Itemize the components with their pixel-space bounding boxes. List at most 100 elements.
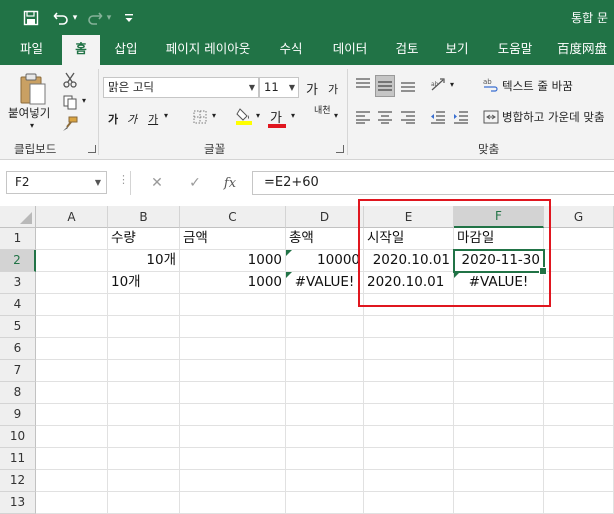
select-all-button[interactable] <box>0 206 36 228</box>
shrink-font-button[interactable]: 가 <box>328 81 338 97</box>
phonetic-button[interactable]: 내천 <box>314 107 331 116</box>
cell-b5[interactable] <box>108 316 180 338</box>
cell-e9[interactable] <box>364 404 454 426</box>
cell-c4[interactable] <box>180 294 286 316</box>
cell-e10[interactable] <box>364 426 454 448</box>
tab-file[interactable]: 파일 <box>4 35 59 65</box>
cell-a5[interactable] <box>36 316 108 338</box>
align-left-icon[interactable] <box>353 107 373 127</box>
cell-d2[interactable]: 10000 <box>286 250 364 272</box>
cell-a9[interactable] <box>36 404 108 426</box>
cell-e3[interactable]: 2020.10.01 <box>364 272 454 294</box>
cell-f1[interactable]: 마감일 <box>454 228 544 250</box>
cell-b13[interactable] <box>108 492 180 514</box>
column-header-f[interactable]: F <box>454 206 544 228</box>
fill-color-icon[interactable] <box>234 106 254 126</box>
cell-f5[interactable] <box>454 316 544 338</box>
grow-font-button[interactable]: 가 <box>306 79 318 98</box>
cell-b8[interactable] <box>108 382 180 404</box>
underline-dropdown[interactable]: ▾ <box>164 111 168 120</box>
orientation-icon[interactable]: ab <box>428 75 450 95</box>
cell-c8[interactable] <box>180 382 286 404</box>
cell-b4[interactable] <box>108 294 180 316</box>
cell-e11[interactable] <box>364 448 454 470</box>
cell-d8[interactable] <box>286 382 364 404</box>
cell-g5[interactable] <box>544 316 614 338</box>
tab-insert[interactable]: 삽입 <box>103 35 149 65</box>
cell-g6[interactable] <box>544 338 614 360</box>
cell-g1[interactable] <box>544 228 614 250</box>
cell-f11[interactable] <box>454 448 544 470</box>
cell-f13[interactable] <box>454 492 544 514</box>
cell-d13[interactable] <box>286 492 364 514</box>
row-header[interactable]: 7 <box>0 360 36 382</box>
cell-e2[interactable]: 2020.10.01 <box>364 250 454 272</box>
tab-formulas[interactable]: 수식 <box>266 35 316 65</box>
row-header[interactable]: 5 <box>0 316 36 338</box>
cell-g11[interactable] <box>544 448 614 470</box>
cell-a10[interactable] <box>36 426 108 448</box>
cell-f9[interactable] <box>454 404 544 426</box>
cell-f6[interactable] <box>454 338 544 360</box>
cell-e4[interactable] <box>364 294 454 316</box>
cell-b11[interactable] <box>108 448 180 470</box>
cell-a4[interactable] <box>36 294 108 316</box>
cell-e5[interactable] <box>364 316 454 338</box>
insert-function-icon[interactable]: fx <box>215 171 245 195</box>
bold-button[interactable]: 가 <box>108 111 118 127</box>
cell-c1[interactable]: 금액 <box>180 228 286 250</box>
cell-d6[interactable] <box>286 338 364 360</box>
paste-dropdown[interactable]: ▾ <box>30 121 34 130</box>
row-header[interactable]: 3 <box>0 272 36 294</box>
cell-c5[interactable] <box>180 316 286 338</box>
phonetic-dropdown[interactable]: ▾ <box>334 111 338 120</box>
cell-g13[interactable] <box>544 492 614 514</box>
name-box[interactable]: F2 ▼ <box>6 171 107 194</box>
align-middle-icon[interactable] <box>375 75 395 97</box>
row-header[interactable]: 11 <box>0 448 36 470</box>
cell-f2[interactable]: 2020-11-30 <box>454 250 544 272</box>
copy-dropdown[interactable]: ▾ <box>82 96 86 105</box>
increase-indent-icon[interactable] <box>451 107 471 127</box>
cell-a13[interactable] <box>36 492 108 514</box>
align-top-icon[interactable] <box>353 75 373 95</box>
cell-d10[interactable] <box>286 426 364 448</box>
font-size-select[interactable]: 11 ▼ <box>259 77 299 98</box>
cell-c2[interactable]: 1000 <box>180 250 286 272</box>
row-header[interactable]: 8 <box>0 382 36 404</box>
tab-review[interactable]: 검토 <box>384 35 430 65</box>
row-header[interactable]: 12 <box>0 470 36 492</box>
paste-label[interactable]: 붙여넣기 <box>8 105 50 121</box>
cell-e1[interactable]: 시작일 <box>364 228 454 250</box>
font-name-select[interactable]: 맑은 고딕 ▼ <box>103 77 259 98</box>
column-header-d[interactable]: D <box>286 206 364 228</box>
tab-page-layout[interactable]: 페이지 레이아웃 <box>155 35 261 65</box>
enter-icon[interactable]: ✓ <box>180 171 210 195</box>
cell-c10[interactable] <box>180 426 286 448</box>
tab-data[interactable]: 데이터 <box>322 35 378 65</box>
cell-b12[interactable] <box>108 470 180 492</box>
fill-color-dropdown[interactable]: ▾ <box>256 111 260 120</box>
cell-c6[interactable] <box>180 338 286 360</box>
column-header-a[interactable]: A <box>36 206 108 228</box>
cell-c12[interactable] <box>180 470 286 492</box>
row-header[interactable]: 10 <box>0 426 36 448</box>
format-painter-icon[interactable] <box>61 115 79 133</box>
row-header[interactable]: 13 <box>0 492 36 514</box>
cell-e8[interactable] <box>364 382 454 404</box>
merge-center-button[interactable]: 병합하고 가운데 맞춤 <box>502 109 605 125</box>
cell-d12[interactable] <box>286 470 364 492</box>
cell-c7[interactable] <box>180 360 286 382</box>
cell-d9[interactable] <box>286 404 364 426</box>
save-icon[interactable] <box>20 8 42 28</box>
cell-b2[interactable]: 10개 <box>108 250 180 272</box>
borders-icon[interactable] <box>190 108 210 126</box>
cut-icon[interactable] <box>61 71 79 89</box>
cell-e6[interactable] <box>364 338 454 360</box>
tab-baidu-netdisk[interactable]: 百度网盘 <box>550 35 614 65</box>
cell-e13[interactable] <box>364 492 454 514</box>
wrap-text-icon[interactable]: ab <box>482 75 500 95</box>
align-center-icon[interactable] <box>375 107 395 127</box>
column-header-e[interactable]: E <box>364 206 454 228</box>
wrap-text-button[interactable]: 텍스트 줄 바꿈 <box>502 78 573 94</box>
